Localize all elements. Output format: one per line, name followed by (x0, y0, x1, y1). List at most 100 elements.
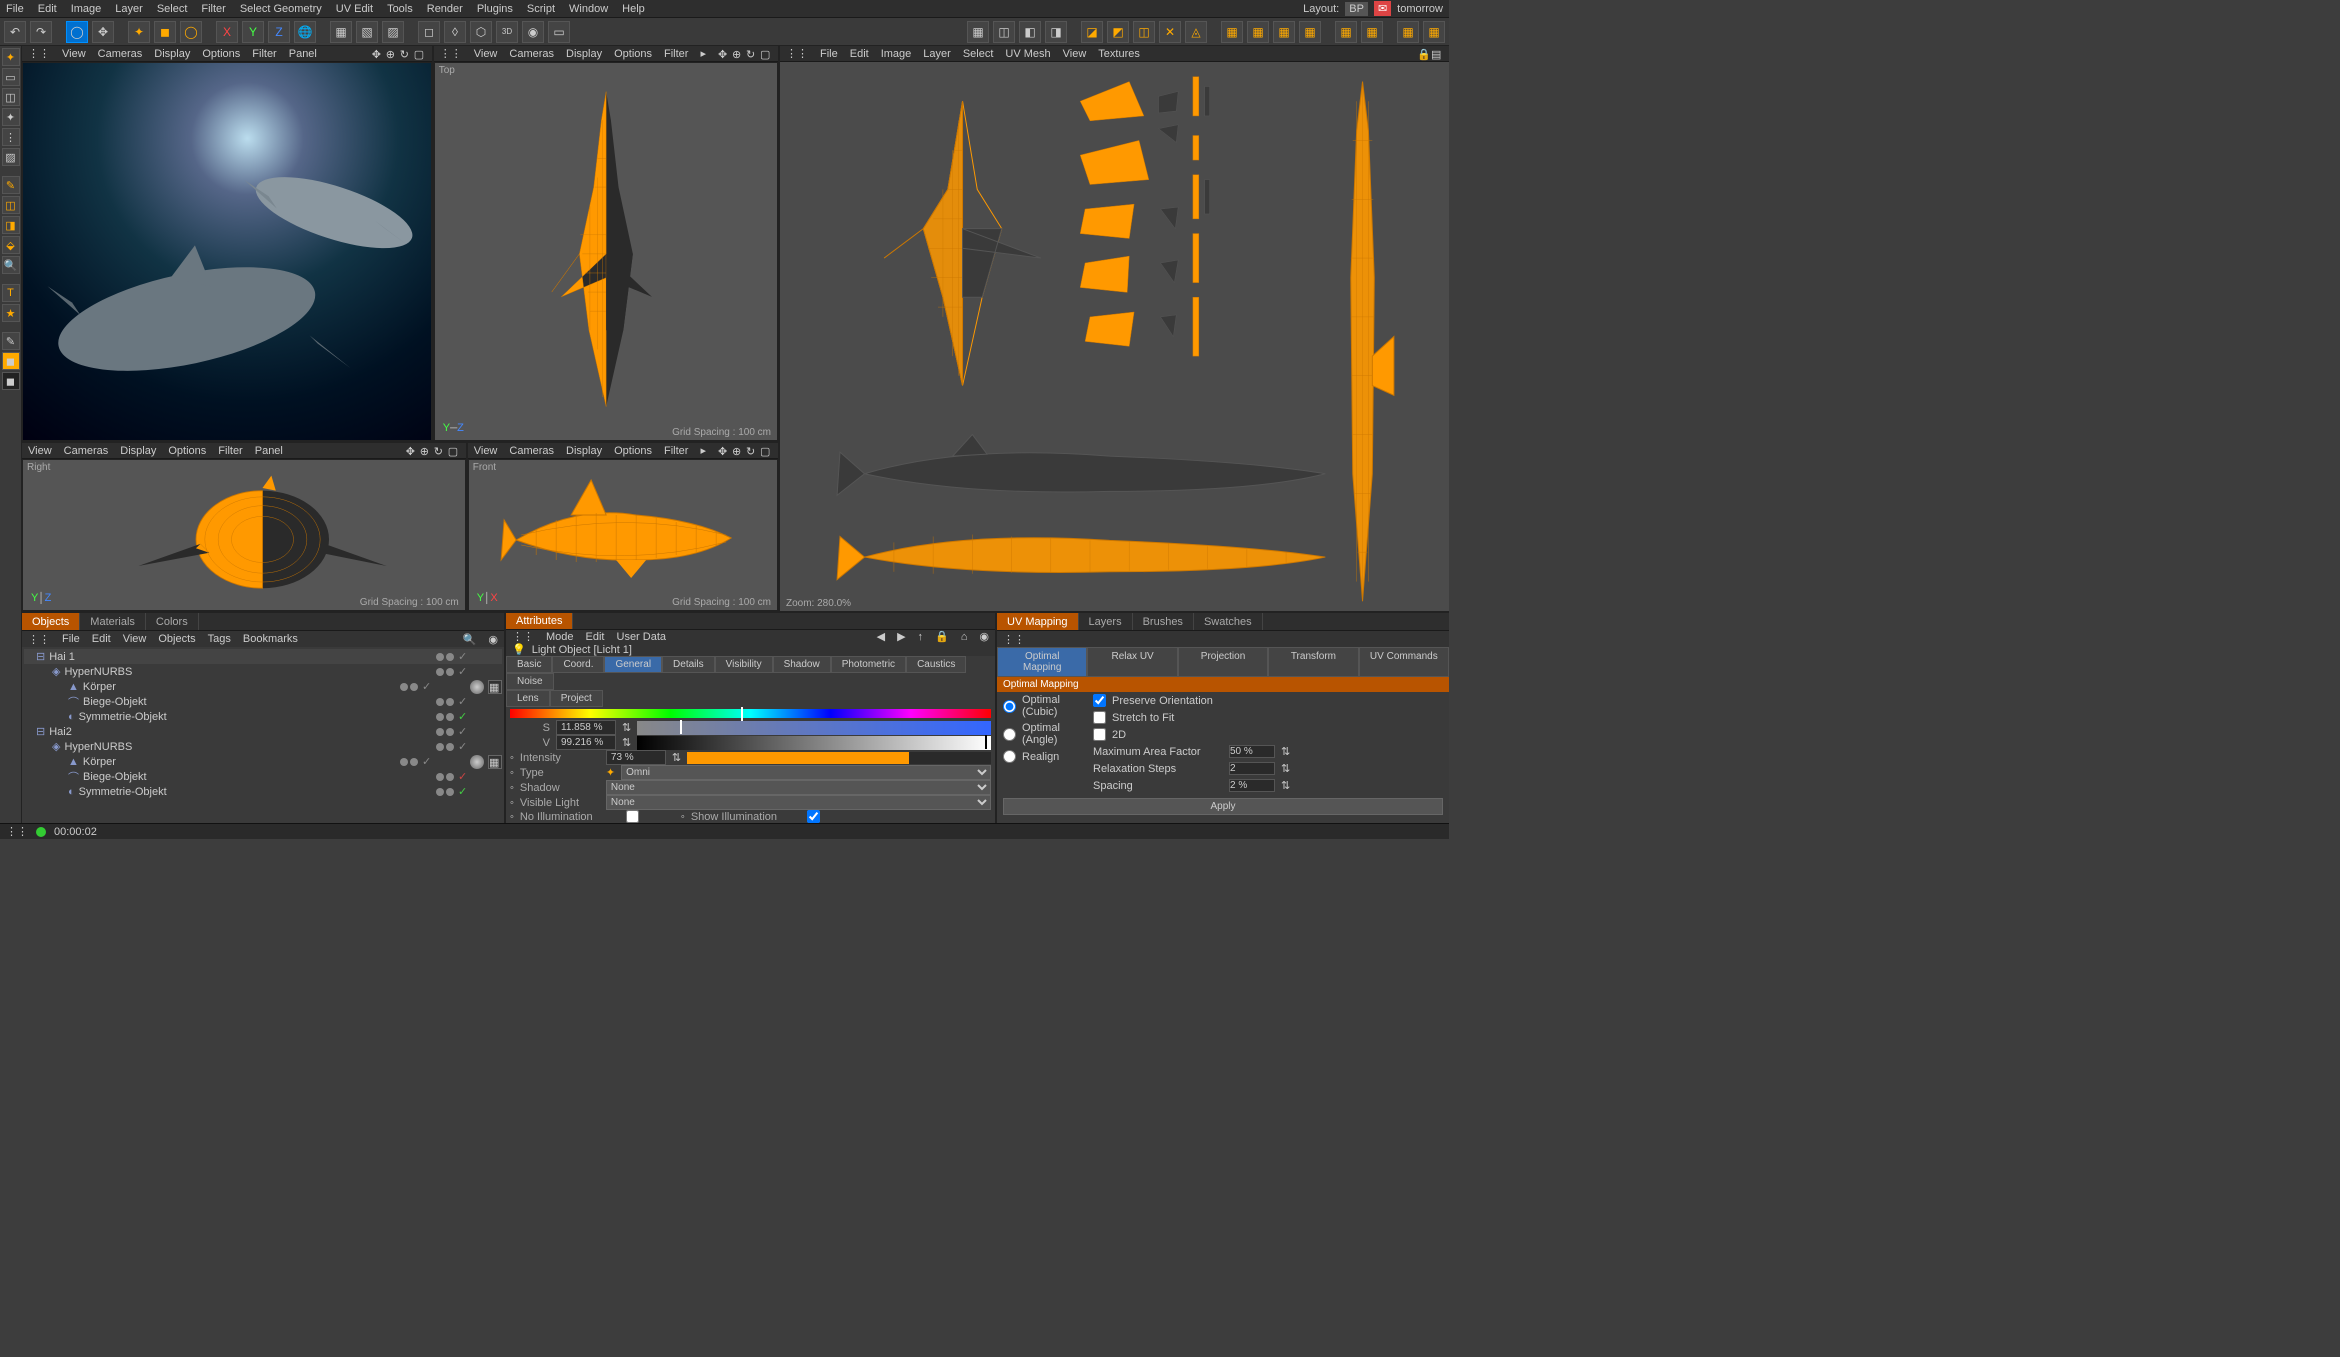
attr-tab-general[interactable]: General (604, 656, 662, 673)
eyedropper-tool[interactable]: ✎ (2, 332, 20, 350)
vp-options[interactable]: Options (614, 445, 652, 457)
edge-tool[interactable]: ▨ (2, 148, 20, 166)
z-lock-button[interactable]: Z (268, 21, 290, 43)
vp-arrow-icon[interactable]: ▸ (700, 47, 706, 60)
menu-file[interactable]: File (6, 3, 24, 15)
tree-item[interactable]: ◐Symmetrie-Objekt✓ (24, 709, 502, 724)
vp-options[interactable]: Options (168, 445, 206, 457)
intensity-input[interactable] (606, 750, 666, 765)
menu-filter[interactable]: Filter (201, 3, 225, 15)
grip-icon[interactable]: ⋮⋮ (1003, 633, 1025, 646)
menu-tools[interactable]: Tools (387, 3, 413, 15)
show-illum-checkbox[interactable] (807, 810, 820, 823)
render-settings-button[interactable]: ▨ (382, 21, 404, 43)
uv-file[interactable]: File (820, 48, 838, 60)
uv-tool-8[interactable]: ✕ (1159, 21, 1181, 43)
grip-icon[interactable]: ⋮⋮ (28, 47, 50, 60)
radio-realign[interactable] (1003, 750, 1016, 763)
viewport-top[interactable]: Top Y─Z Grid Spacin (434, 62, 778, 441)
spinner-icon[interactable]: ⇅ (1281, 762, 1290, 775)
obj-menu-tags[interactable]: Tags (208, 633, 231, 645)
tab-materials[interactable]: Materials (80, 613, 146, 630)
uv-image[interactable]: Image (881, 48, 912, 60)
vp-max-icon[interactable]: ▢ (448, 445, 460, 457)
vp-zoom-icon[interactable]: ⊕ (420, 445, 432, 457)
color-swatch[interactable]: ◼ (2, 352, 20, 370)
tree-item[interactable]: ⊟Hai 1✓ (24, 649, 502, 664)
vp-cameras[interactable]: Cameras (98, 48, 143, 60)
uv-tab-projection[interactable]: Projection (1178, 647, 1268, 677)
tree-item[interactable]: ⊟Hai2✓ (24, 724, 502, 739)
menu-script[interactable]: Script (527, 3, 555, 15)
vp-max-icon[interactable]: ▢ (760, 445, 772, 457)
viewport-perspective[interactable] (22, 62, 432, 441)
tree-item[interactable]: ▲Körper✓▦ (24, 754, 502, 769)
search-icon[interactable]: 🔍 (463, 633, 477, 646)
tree-item[interactable]: ◐Symmetrie-Objekt✓ (24, 784, 502, 799)
tab-brushes[interactable]: Brushes (1133, 613, 1194, 630)
menu-help[interactable]: Help (622, 3, 645, 15)
obj-menu-bookmarks[interactable]: Bookmarks (243, 633, 298, 645)
eraser-tool[interactable]: ◫ (2, 196, 20, 214)
y-lock-button[interactable]: Y (242, 21, 264, 43)
apply-button[interactable]: Apply (1003, 798, 1443, 815)
tree-item[interactable]: ◈HyperNURBS✓ (24, 664, 502, 679)
tab-swatches[interactable]: Swatches (1194, 613, 1263, 630)
vp-rotate-icon[interactable]: ↻ (434, 445, 446, 457)
uv-tab-commands[interactable]: UV Commands (1359, 647, 1449, 677)
nav-up-icon[interactable]: ↑ (918, 631, 924, 643)
uv-tool-12[interactable]: ▦ (1273, 21, 1295, 43)
intensity-slider[interactable] (687, 752, 991, 764)
uv-lock-icon[interactable]: 🔒 (1417, 48, 1429, 60)
tree-item[interactable]: ⌒Biege-Objekt✓ (24, 769, 502, 784)
attr-tab-details[interactable]: Details (662, 656, 715, 673)
render-view-button[interactable]: ▦ (330, 21, 352, 43)
vp-view[interactable]: View (474, 48, 498, 60)
attr-tab-coord[interactable]: Coord. (552, 656, 604, 673)
uv-tool-5[interactable]: ◪ (1081, 21, 1103, 43)
nav-back-icon[interactable]: ◀ (877, 630, 885, 643)
sat-slider[interactable] (637, 721, 991, 735)
world-coord-button[interactable]: 🌐 (294, 21, 316, 43)
vp-options[interactable]: Options (614, 48, 652, 60)
vp-display[interactable]: Display (566, 445, 602, 457)
vp-arrow-icon[interactable]: ▸ (700, 444, 706, 457)
menu-layer[interactable]: Layer (115, 3, 143, 15)
uv-tool-1[interactable]: ▦ (967, 21, 989, 43)
check-stretch[interactable] (1093, 711, 1106, 724)
uv-edit[interactable]: Edit (850, 48, 869, 60)
vp-view[interactable]: View (62, 48, 86, 60)
3d-toggle-button[interactable]: 3D (496, 21, 518, 43)
star-tool[interactable]: ★ (2, 304, 20, 322)
check-preserve[interactable] (1093, 694, 1106, 707)
convert-tool[interactable]: ✦ (2, 48, 20, 66)
uv-mesh[interactable]: UV Mesh (1005, 48, 1050, 60)
menu-render[interactable]: Render (427, 3, 463, 15)
obj-menu-view[interactable]: View (123, 633, 147, 645)
vp-max-icon[interactable]: ▢ (414, 48, 426, 60)
spinner-icon[interactable]: ⇅ (622, 736, 631, 749)
uv-tab-transform[interactable]: Transform (1268, 647, 1358, 677)
radio-optimal-angle[interactable] (1003, 728, 1016, 741)
objects-tree[interactable]: ⊟Hai 1✓◈HyperNURBS✓ ▲Körper✓▦⌒Biege-Objek… (22, 647, 504, 823)
attr-tab-lens[interactable]: Lens (506, 690, 550, 707)
uv-tool-14[interactable]: ▦ (1335, 21, 1357, 43)
s-input[interactable] (556, 720, 616, 735)
uv-tool-16[interactable]: ▦ (1397, 21, 1419, 43)
uv-tab-relax[interactable]: Relax UV (1087, 647, 1177, 677)
vp-cameras[interactable]: Cameras (64, 445, 109, 457)
paint-tool[interactable]: ◨ (2, 216, 20, 234)
type-select[interactable]: Omni (621, 765, 991, 780)
vp-nav-icon[interactable]: ✥ (718, 48, 730, 60)
vp-zoom-icon[interactable]: ⊕ (386, 48, 398, 60)
check-2d[interactable] (1093, 728, 1106, 741)
text-tool[interactable]: T (2, 284, 20, 302)
uv-layers-icon[interactable]: ▤ (1431, 48, 1443, 60)
uv-textures[interactable]: Textures (1098, 48, 1140, 60)
spinner-icon[interactable]: ⇅ (1281, 779, 1290, 792)
attr-tab-basic[interactable]: Basic (506, 656, 552, 673)
vp-zoom-icon[interactable]: ⊕ (732, 445, 744, 457)
vp-nav-icon[interactable]: ✥ (718, 445, 730, 457)
spinner-icon[interactable]: ⇅ (622, 721, 631, 734)
uv-tool-17[interactable]: ▦ (1423, 21, 1445, 43)
